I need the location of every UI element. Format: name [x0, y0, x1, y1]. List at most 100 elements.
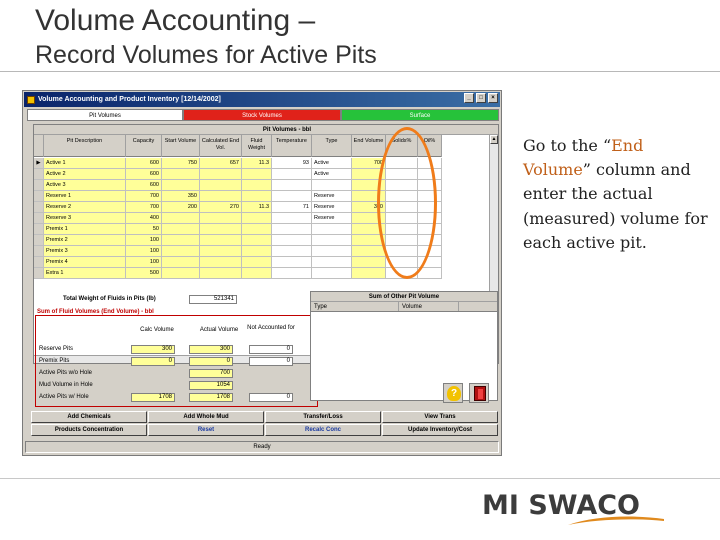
table-cell[interactable] [242, 191, 272, 202]
table-cell[interactable] [352, 224, 386, 235]
table-cell[interactable]: Premix 2 [44, 235, 126, 246]
table-cell[interactable]: Reserve 1 [44, 191, 126, 202]
fluid-calc-value[interactable]: 0 [131, 357, 175, 366]
column-header[interactable]: Oil% [418, 135, 442, 157]
table-cell[interactable] [386, 235, 418, 246]
table-cell[interactable]: Active [312, 158, 352, 169]
fluid-calc-value[interactable]: 300 [131, 345, 175, 354]
table-cell[interactable] [200, 268, 242, 279]
table-cell[interactable]: 750 [162, 158, 200, 169]
table-cell[interactable]: Active 2 [44, 169, 126, 180]
row-selector[interactable] [34, 202, 44, 213]
table-cell[interactable] [272, 180, 312, 191]
table-cell[interactable] [386, 191, 418, 202]
column-header[interactable]: Pit Description [44, 135, 126, 157]
table-cell[interactable] [200, 235, 242, 246]
table-cell[interactable] [162, 213, 200, 224]
table-cell[interactable]: Reserve 2 [44, 202, 126, 213]
row-selector[interactable] [34, 169, 44, 180]
table-cell[interactable] [418, 257, 442, 268]
table-cell[interactable] [242, 246, 272, 257]
table-cell[interactable] [162, 169, 200, 180]
tab-pit-volumes[interactable]: Pit Volumes [27, 109, 183, 121]
table-cell[interactable]: Active [312, 169, 352, 180]
table-cell[interactable]: Active 1 [44, 158, 126, 169]
row-selector[interactable] [34, 246, 44, 257]
table-cell[interactable] [418, 213, 442, 224]
fluid-actual-value[interactable]: 700 [189, 369, 233, 378]
table-cell[interactable]: 71 [272, 202, 312, 213]
table-cell[interactable] [386, 268, 418, 279]
table-cell[interactable] [352, 268, 386, 279]
table-cell[interactable]: 400 [126, 213, 162, 224]
table-cell[interactable]: Premix 4 [44, 257, 126, 268]
table-row[interactable]: Reserve 1 700 350 Reserve [34, 191, 442, 202]
table-cell[interactable]: 200 [162, 202, 200, 213]
table-cell[interactable]: 600 [126, 158, 162, 169]
update-inventory-cost-button[interactable]: Update Inventory/Cost [382, 424, 498, 436]
table-cell[interactable]: 270 [200, 202, 242, 213]
table-cell[interactable] [312, 268, 352, 279]
table-cell[interactable] [352, 246, 386, 257]
table-cell[interactable]: 700 [352, 158, 386, 169]
table-cell[interactable]: 11.3 [242, 202, 272, 213]
table-cell[interactable] [272, 213, 312, 224]
table-cell[interactable]: 700 [126, 191, 162, 202]
table-cell[interactable]: Reserve 3 [44, 213, 126, 224]
table-cell[interactable]: 11.3 [242, 158, 272, 169]
table-row[interactable]: Premix 3 100 [34, 246, 442, 257]
fluid-diff-value[interactable]: 0 [249, 393, 293, 402]
close-button[interactable]: × [488, 93, 498, 103]
table-cell[interactable] [162, 246, 200, 257]
table-cell[interactable] [352, 180, 386, 191]
view-trans-button[interactable]: View Trans [382, 411, 498, 423]
table-row[interactable]: Premix 4 100 [34, 257, 442, 268]
column-header[interactable]: End Volume [352, 135, 386, 157]
table-cell[interactable]: 350 [162, 191, 200, 202]
fluid-diff-value[interactable]: 0 [249, 345, 293, 354]
table-cell[interactable] [418, 202, 442, 213]
table-cell[interactable] [242, 268, 272, 279]
fluid-actual-value[interactable]: 300 [189, 345, 233, 354]
table-cell[interactable] [162, 268, 200, 279]
table-row[interactable]: Active 3 600 [34, 180, 442, 191]
table-cell[interactable] [200, 246, 242, 257]
maximize-button[interactable]: □ [476, 93, 486, 103]
table-cell[interactable]: 657 [200, 158, 242, 169]
table-cell[interactable] [242, 224, 272, 235]
add-chemicals-button[interactable]: Add Chemicals [31, 411, 147, 423]
table-cell[interactable] [352, 257, 386, 268]
table-cell[interactable] [386, 246, 418, 257]
table-cell[interactable] [242, 235, 272, 246]
recalc-conc-button[interactable]: Recalc Conc [265, 424, 381, 436]
table-cell[interactable]: 500 [126, 268, 162, 279]
tab-stock-volumes[interactable]: Stock Volumes [183, 109, 341, 121]
table-cell[interactable]: 600 [126, 180, 162, 191]
table-cell[interactable] [418, 246, 442, 257]
table-cell[interactable] [200, 191, 242, 202]
row-selector[interactable] [34, 191, 44, 202]
row-selector[interactable] [34, 180, 44, 191]
table-cell[interactable]: 300 [352, 202, 386, 213]
table-row[interactable]: Active 2 600 Active [34, 169, 442, 180]
table-cell[interactable] [386, 158, 418, 169]
table-cell[interactable] [312, 180, 352, 191]
current-row-arrow-icon[interactable]: ▶ [34, 158, 44, 169]
table-cell[interactable]: Premix 1 [44, 224, 126, 235]
table-cell[interactable] [386, 202, 418, 213]
row-selector[interactable] [34, 224, 44, 235]
help-button[interactable]: ? [443, 383, 463, 403]
exit-button[interactable] [469, 383, 489, 403]
table-cell[interactable] [242, 213, 272, 224]
tab-surface[interactable]: Surface [341, 109, 499, 121]
table-row[interactable]: Reserve 2 700 200 270 11.3 71 Reserve 300 [34, 202, 442, 213]
table-cell[interactable]: 93 [272, 158, 312, 169]
fluid-actual-value[interactable]: 1054 [189, 381, 233, 390]
table-cell[interactable]: 600 [126, 169, 162, 180]
fluid-actual-value[interactable]: 0 [189, 357, 233, 366]
minimize-button[interactable]: _ [464, 93, 474, 103]
row-selector[interactable] [34, 213, 44, 224]
table-cell[interactable]: Active 3 [44, 180, 126, 191]
table-cell[interactable] [312, 235, 352, 246]
table-cell[interactable] [418, 169, 442, 180]
